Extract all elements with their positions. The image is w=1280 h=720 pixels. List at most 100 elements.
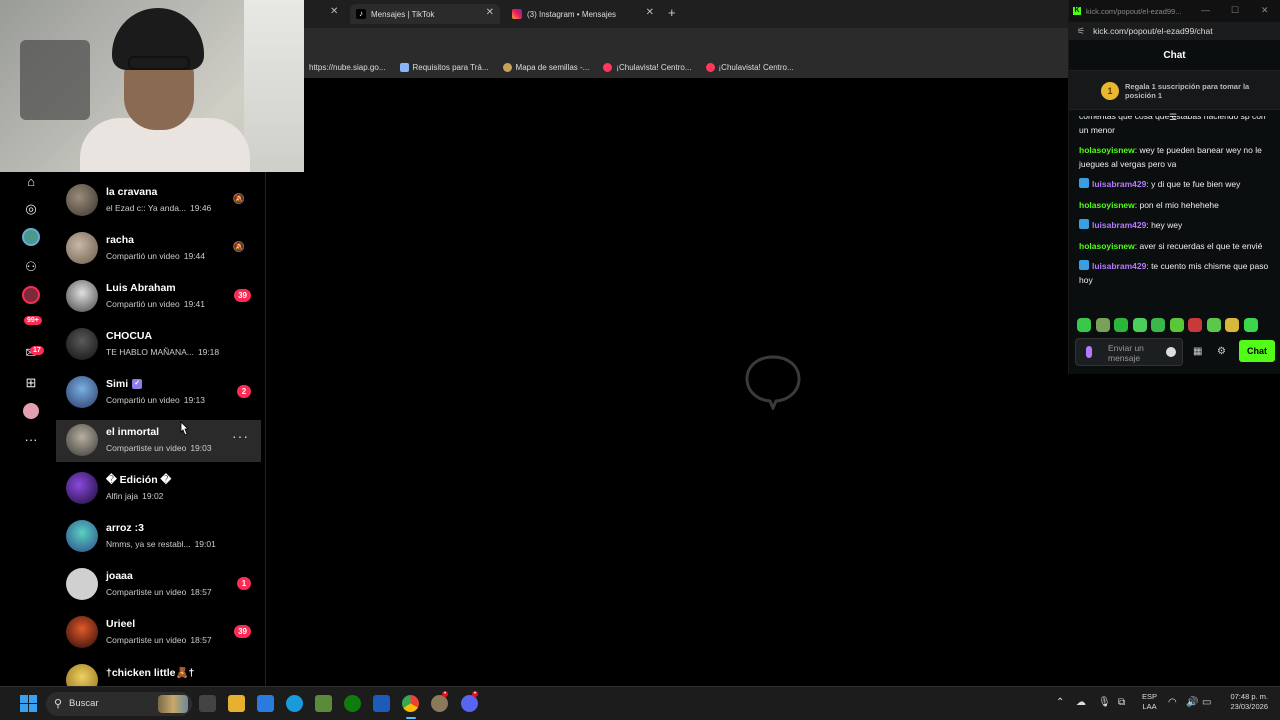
settings-gear-icon[interactable]: ⚙ (1217, 346, 1226, 357)
xbox-icon[interactable] (344, 695, 361, 712)
airbnb-icon (705, 62, 715, 72)
gift-subscription-banner[interactable]: 1 Regala 1 suscripción para tomar la pos… (1069, 70, 1280, 110)
subscriber-badge-icon (1079, 219, 1089, 229)
emote-icon[interactable] (1188, 318, 1202, 332)
language-indicator[interactable]: ESP LAA (1142, 692, 1157, 712)
seed-icon (502, 62, 512, 72)
app-icon[interactable] (431, 695, 448, 712)
chat-message-input[interactable]: Enviar un mensaje (1075, 338, 1183, 366)
tiktok-side-nav: ⌂ ◎ ⚇ 99+ ✉ 17 ⊞ ··· (0, 172, 56, 686)
new-tab-icon[interactable]: + (668, 5, 676, 20)
chat-input-placeholder: Enviar un mensaje (1108, 343, 1144, 363)
notification-dot: • (442, 691, 449, 697)
conversation-preview: Compartió un video 19:41 (106, 299, 205, 309)
bookmark-item[interactable]: https://nube.siap.go... (309, 63, 386, 72)
close-tab-icon[interactable]: ✕ (646, 7, 654, 18)
emote-icon[interactable] (1132, 318, 1147, 332)
conversation-item[interactable]: Luis Abraham Compartió un video 19:41 39 (56, 276, 261, 322)
search-highlight-image (158, 695, 188, 713)
emote-icon[interactable] (1151, 318, 1165, 332)
microsoft-store-icon[interactable] (257, 695, 274, 712)
edge-icon[interactable] (286, 695, 303, 712)
more-options-icon[interactable]: ··· (232, 428, 249, 444)
word-icon[interactable] (373, 695, 390, 712)
profile-avatar-icon[interactable] (22, 286, 40, 304)
close-tab-icon[interactable]: ✕ (486, 7, 494, 18)
gift-icon[interactable]: ▦ (1193, 346, 1202, 357)
conversation-item[interactable]: Urieel Compartiste un video 18:57 39 (56, 612, 261, 658)
taskbar-search-box[interactable]: ⚲ Buscar (46, 692, 192, 716)
emote-icon[interactable] (1243, 318, 1258, 332)
wifi-icon[interactable]: ◠ (1168, 697, 1177, 708)
conversation-item-hovered[interactable]: el inmortal Compartiste un video 19:03 ··… (56, 420, 261, 462)
task-view-icon[interactable] (199, 695, 216, 712)
site-settings-icon[interactable]: ⚟ (1077, 26, 1085, 37)
screen: ✕ ♪ Mensajes | TikTok ✕ (3) Instagram • … (0, 0, 1280, 720)
conversation-item[interactable]: racha Compartió un video 19:44 🔕 (56, 228, 261, 274)
conversation-name: Urieel (106, 618, 136, 630)
tray-app-icon[interactable]: ⧉ (1118, 697, 1125, 708)
conversation-item[interactable]: � Edición � Alfin jaja 19:02 (56, 468, 261, 514)
bookmark-item[interactable]: Requisitos para Trá... (399, 62, 489, 72)
close-window-icon[interactable]: ✕ (1261, 5, 1269, 16)
file-explorer-icon[interactable] (228, 695, 245, 712)
kick-chat-messages: comentas que cosa que estabas haciendo s… (1069, 116, 1280, 308)
minecraft-icon[interactable] (315, 695, 332, 712)
tab-tiktok-messages[interactable]: ♪ Mensajes | TikTok ✕ (350, 4, 500, 24)
conversation-item[interactable]: arroz :3 Nmms, ya se restabl... 19:01 (56, 516, 261, 562)
live-avatar-icon[interactable] (22, 228, 40, 246)
conversation-item[interactable]: †chicken little🧸† (56, 660, 261, 686)
more-icon[interactable]: ··· (22, 430, 40, 448)
conversation-preview: Alfin jaja 19:02 (106, 491, 164, 501)
emote-icon[interactable] (1077, 318, 1091, 332)
chat-username[interactable]: holasoyisnew (1079, 241, 1135, 251)
user-avatar-icon[interactable] (22, 402, 40, 420)
emote-icon[interactable] (1225, 318, 1239, 332)
tab-label: (3) Instagram • Mensajes (527, 9, 617, 19)
conversation-name: � Edición � (106, 474, 172, 486)
windows-start-icon[interactable] (20, 695, 37, 712)
maximize-icon[interactable]: ☐ (1231, 5, 1239, 16)
upload-icon[interactable]: ⊞ (22, 374, 40, 392)
volume-icon[interactable]: 🔊 (1186, 697, 1198, 708)
chat-username[interactable]: luisabram429 (1092, 261, 1146, 271)
kick-url-bar[interactable]: ⚟ kick.com/popout/el-ezad99/chat (1069, 22, 1280, 40)
chat-username[interactable]: holasoyisnew (1079, 145, 1135, 155)
minimize-icon[interactable]: — (1201, 5, 1210, 15)
battery-icon[interactable]: ▭ (1202, 697, 1211, 708)
discord-icon[interactable] (461, 695, 478, 712)
taskbar-clock[interactable]: 07:48 p. m. 23/03/2026 (1222, 692, 1268, 712)
bookmark-item[interactable]: ¡Chulavista! Centro... (603, 62, 692, 72)
following-icon[interactable]: ⚇ (22, 258, 40, 276)
emote-icon[interactable] (1206, 318, 1221, 332)
explore-icon[interactable]: ◎ (22, 200, 40, 218)
search-icon: ⚲ (54, 698, 63, 710)
conversation-item[interactable]: Simi ✓ Compartió un video 19:13 2 (56, 372, 261, 418)
emoji-picker-icon[interactable] (1166, 347, 1176, 357)
emote-icon[interactable] (1095, 318, 1110, 332)
conversation-item[interactable]: joaaa Compartiste un video 18:57 1 (56, 564, 261, 610)
tiktok-icon: ♪ (356, 9, 366, 19)
chrome-icon[interactable] (402, 695, 419, 712)
bookmark-item[interactable]: Mapa de semillas -... (502, 62, 589, 72)
microphone-icon[interactable] (1086, 346, 1092, 358)
webcam-background-object (20, 40, 90, 120)
emote-icon[interactable] (1169, 318, 1184, 332)
chat-message: luisabram429: y di que te fue bien wey (1079, 178, 1271, 192)
tab-instagram-messages[interactable]: (3) Instagram • Mensajes ✕ (506, 4, 660, 24)
chat-username[interactable]: luisabram429 (1092, 220, 1146, 230)
chevron-up-icon[interactable]: ⌃ (1056, 697, 1064, 708)
home-icon[interactable]: ⌂ (22, 172, 40, 190)
bookmark-item[interactable]: ¡Chulavista! Centro... (705, 62, 794, 72)
conversation-item[interactable]: la cravana el Ezad c:: Ya anda... 19:46 🔕 (56, 180, 261, 226)
unread-badge: 2 (237, 385, 251, 398)
kick-window-title: kick.com/popout/el-ezad99... (1086, 6, 1182, 16)
microphone-tray-icon[interactable]: 🎙 (1098, 697, 1111, 708)
conversation-item[interactable]: CHOCUA TE HABLO MAÑANA... 19:18 (56, 324, 261, 370)
emote-icon[interactable] (1114, 318, 1128, 332)
cloud-icon[interactable]: ☁ (1076, 697, 1086, 708)
chat-username[interactable]: luisabram429 (1092, 179, 1146, 189)
chat-username[interactable]: holasoyisnew (1079, 200, 1135, 210)
send-chat-button[interactable]: Chat (1239, 340, 1275, 362)
close-tab-icon[interactable]: ✕ (330, 6, 338, 17)
